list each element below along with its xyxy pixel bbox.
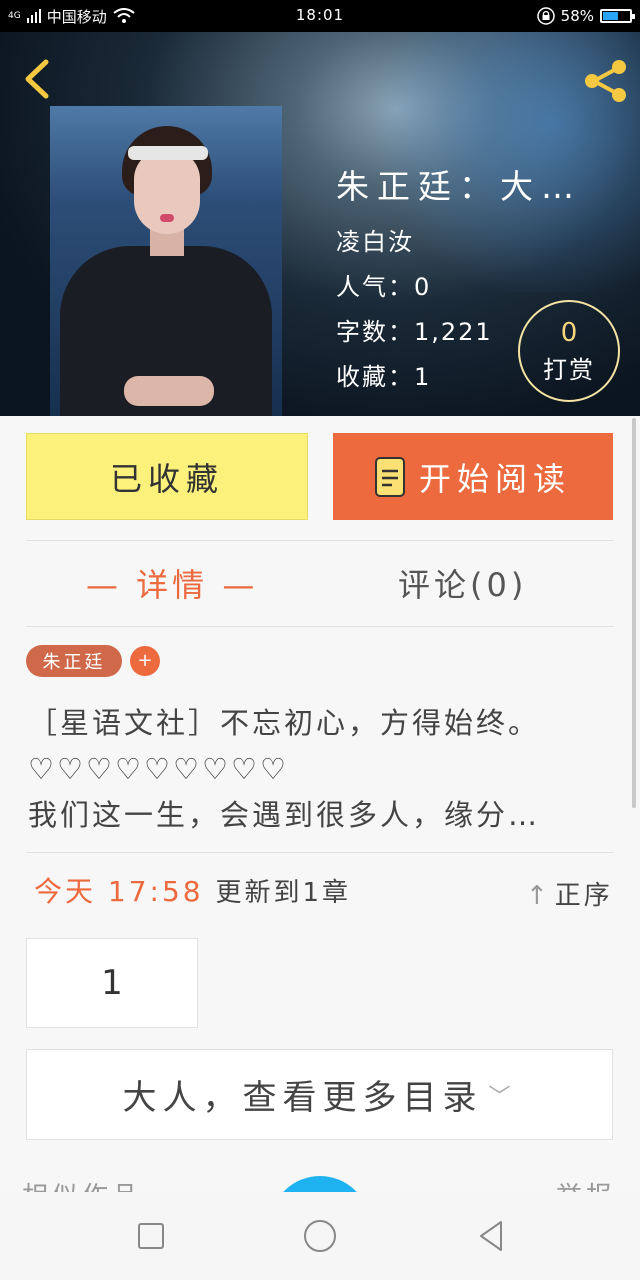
signal-label: 4G [8, 10, 21, 21]
tip-label: 打赏 [543, 356, 595, 384]
description-line: ［星语文社］不忘初心，方得始终。 [28, 706, 541, 740]
favorite-button[interactable]: 已收藏 [26, 433, 308, 520]
tip-button[interactable]: 0 打赏 [518, 300, 620, 402]
book-description[interactable]: ［星语文社］不忘初心，方得始终。 ♡♡♡♡♡♡♡♡♡ 我们这一生，会遇到很多人，… [28, 700, 608, 838]
update-info: 今天 17:58 更新到1章 [34, 870, 351, 910]
add-tag-button[interactable]: + [130, 646, 160, 676]
book-title: 朱正廷：大… [336, 167, 582, 206]
battery-percent: 58% [560, 7, 594, 25]
chevron-down-icon: ﹀ [488, 1084, 517, 1110]
book-icon [374, 456, 405, 497]
sort-label: 正序 [554, 881, 613, 911]
chapter-label: 1 [101, 963, 123, 1003]
divider [26, 540, 614, 541]
description-line: ♡♡♡♡♡♡♡♡♡ [28, 752, 289, 786]
more-chapters-label: 大人，查看更多目录 [122, 1078, 483, 1118]
book-header: 朱正廷：大… 凌白汝 人气：0 字数：1,221 收藏：1 0 打赏 [0, 32, 640, 416]
battery-icon [600, 9, 635, 23]
update-text: 更新到1章 [215, 878, 352, 908]
start-reading-button[interactable]: 开始阅读 [333, 433, 613, 520]
battery-level-fill [603, 12, 619, 20]
home-icon[interactable] [298, 1214, 342, 1258]
more-chapters-button[interactable]: 大人，查看更多目录 ﹀ [26, 1049, 613, 1140]
book-cover-image [50, 106, 282, 416]
favorite-label: 已收藏 [109, 459, 224, 498]
carrier-name: 中国移动 [46, 7, 107, 26]
back-nav-icon[interactable] [469, 1214, 513, 1258]
back-arrow-icon[interactable] [18, 56, 58, 102]
recent-apps-icon[interactable] [129, 1214, 173, 1258]
system-nav-bar [0, 1192, 640, 1280]
divider [26, 626, 614, 627]
tag-chip[interactable]: 朱正廷 [26, 645, 122, 677]
update-time: 今天 17:58 [34, 875, 204, 908]
scrollbar[interactable] [632, 418, 636, 808]
description-line: 我们这一生，会遇到很多人，缘分… [28, 798, 541, 832]
status-bar: 4G 中国移动 18:01 58% [0, 0, 640, 32]
chapter-item[interactable]: 1 [26, 938, 198, 1028]
signal-icon [26, 9, 41, 23]
wifi-icon [113, 8, 135, 23]
start-reading-label: 开始阅读 [418, 459, 571, 498]
sort-order-button[interactable]: ↑ 正序 [526, 875, 613, 912]
book-popularity: 人气：0 [336, 273, 432, 301]
divider [26, 852, 614, 853]
share-icon[interactable] [580, 56, 630, 106]
tip-count: 0 [560, 318, 578, 348]
lock-icon [536, 7, 555, 25]
arrow-up-icon: ↑ [526, 881, 551, 911]
tab-detail[interactable]: — 详情 — [86, 560, 258, 606]
book-author[interactable]: 凌白汝 [336, 222, 582, 257]
tab-comments[interactable]: 评论(0) [398, 560, 527, 606]
